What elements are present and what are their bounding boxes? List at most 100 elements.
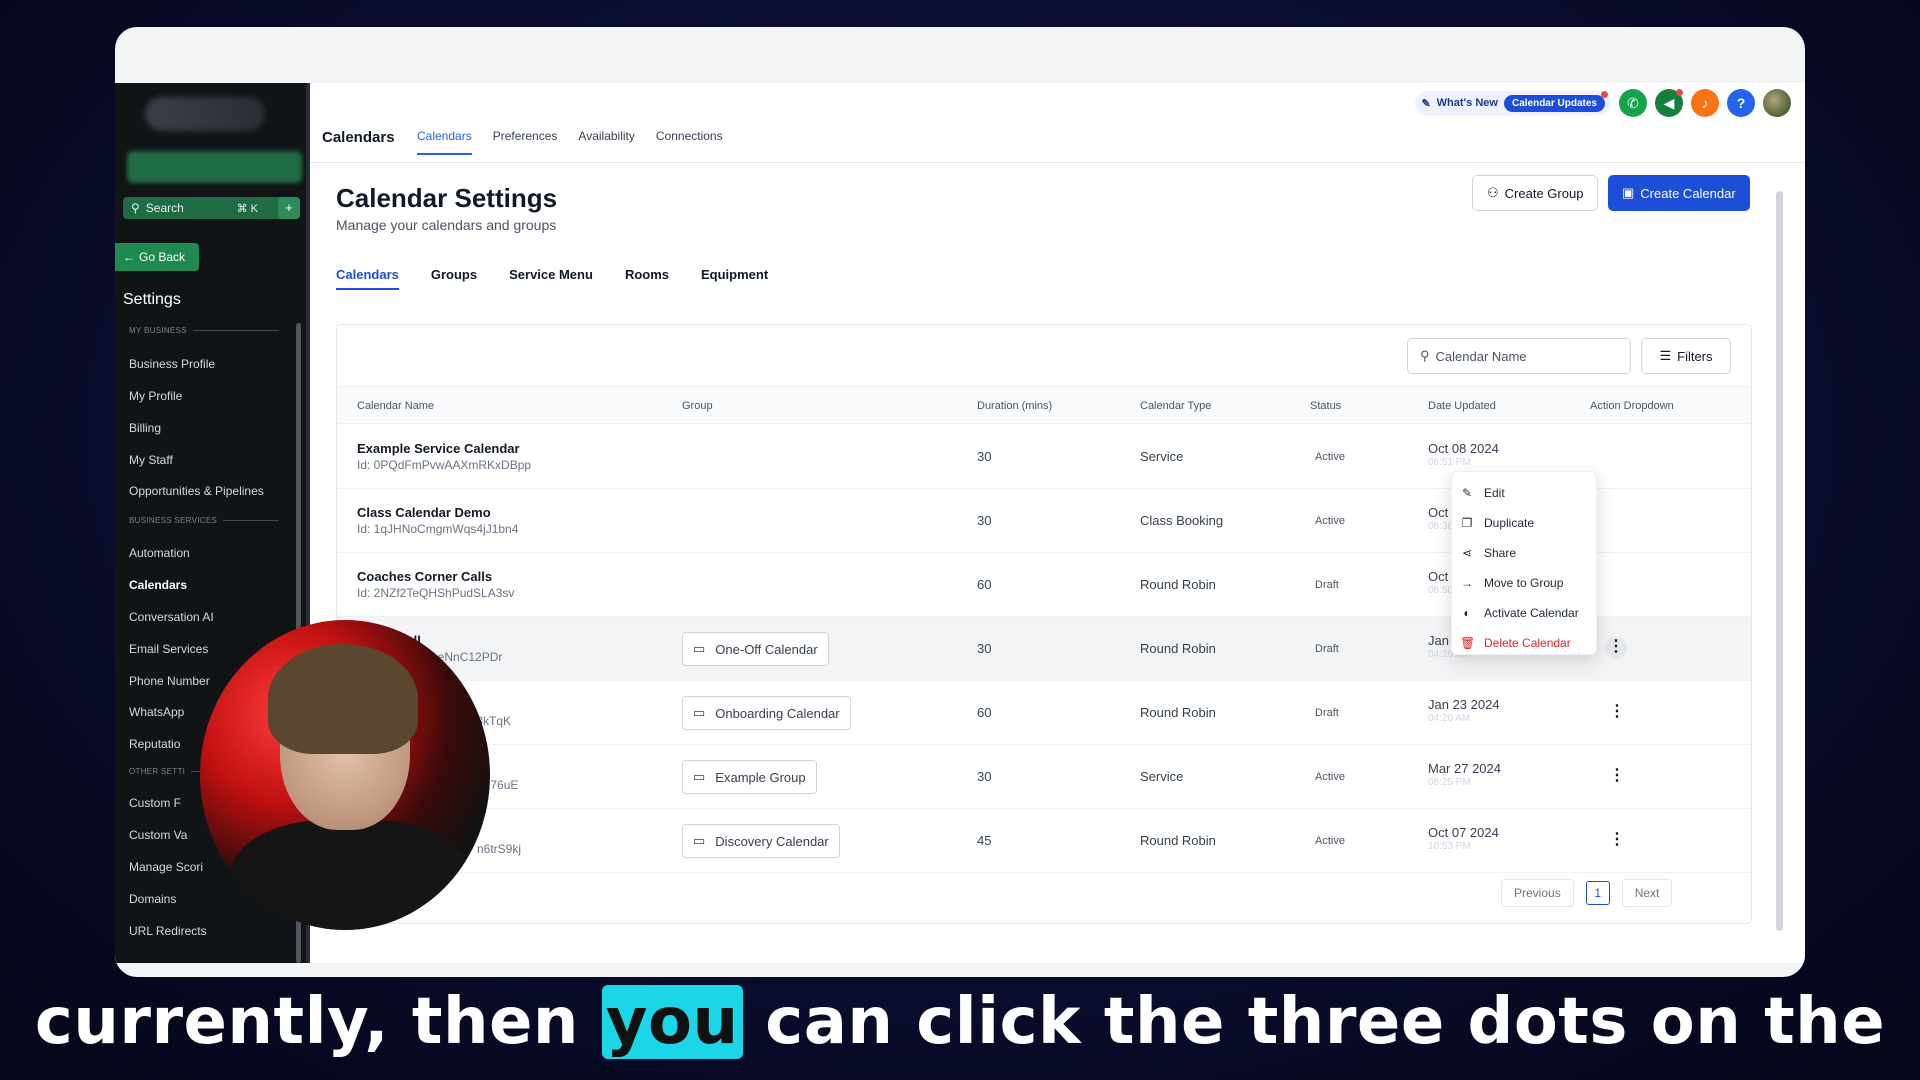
date-updated: Oct 07 2024	[1428, 825, 1499, 840]
duration: 60	[977, 705, 992, 720]
calendar-updates-label: Calendar Updates	[1511, 97, 1597, 109]
group-tag[interactable]: ▭ Onboarding Calendar	[682, 696, 851, 730]
account-switcher[interactable]	[127, 151, 302, 183]
sidebar-item-opportunities[interactable]: Opportunities & Pipelines	[129, 484, 264, 498]
sidebar-item-url-redirects[interactable]: URL Redirects	[129, 924, 207, 938]
col-group[interactable]: Group	[682, 400, 713, 412]
calendar-updates-badge[interactable]: Calendar Updates	[1503, 90, 1608, 112]
go-back-button[interactable]: ← Go Back	[115, 243, 199, 271]
folder-icon: ▭	[693, 833, 706, 848]
table-row[interactable]: ln3kTqK ▭ Onboarding Calendar 60 Round R…	[337, 681, 1751, 745]
col-status[interactable]: Status	[1310, 400, 1341, 412]
sidebar-item-my-staff[interactable]: My Staff	[129, 453, 173, 467]
subtab-equipment[interactable]: Equipment	[701, 267, 768, 290]
webcam-overlay	[200, 620, 490, 930]
phone-icon[interactable]: ✆	[1619, 89, 1647, 117]
group-tag[interactable]: ▭ Example Group	[682, 760, 817, 794]
filters-button[interactable]: ☰ Filters	[1641, 338, 1731, 374]
time-updated: 04:20 AM	[1428, 713, 1471, 724]
sidebar-item-reputation[interactable]: Reputatio	[129, 737, 180, 751]
menu-item-label: Share	[1484, 546, 1517, 560]
bell-icon[interactable]: ♪	[1691, 89, 1719, 117]
pagination: Previous 1 Next	[1501, 879, 1673, 907]
sidebar-item-my-profile[interactable]: My Profile	[129, 389, 182, 403]
main-scrollbar[interactable]	[1776, 191, 1783, 931]
more-options-icon[interactable]: ⋮	[1605, 637, 1627, 659]
calendar-search-input[interactable]: ⚲ Calendar Name	[1407, 338, 1631, 374]
tab-calendars[interactable]: Calendars	[417, 129, 472, 155]
section-business-services: BUSINESS SERVICES	[129, 516, 279, 525]
arrow-left-icon: ←	[123, 250, 135, 264]
previous-page-button[interactable]: Previous	[1501, 879, 1574, 907]
calendar-id: n6trS9kj	[477, 842, 522, 856]
arrow-right-icon: →	[1461, 576, 1473, 590]
calendar-name[interactable]: Example Service Calendar	[357, 441, 520, 456]
next-page-button[interactable]: Next	[1621, 879, 1673, 907]
time-updated: 06:51 PM	[1428, 457, 1471, 468]
sidebar-item-email-services[interactable]: Email Services	[129, 642, 208, 656]
filters-label: Filters	[1677, 348, 1713, 364]
page-subtitle: Manage your calendars and groups	[336, 217, 557, 233]
more-options-icon[interactable]: ⋮	[1609, 704, 1625, 720]
create-calendar-button[interactable]: ▣ Create Calendar	[1608, 175, 1750, 211]
menu-item-activate-calendar[interactable]: ◐ Activate Calendar	[1452, 598, 1596, 628]
sidebar-item-custom-values[interactable]: Custom Va	[129, 828, 187, 842]
page-number-button[interactable]: 1	[1585, 881, 1610, 905]
col-calendar-type[interactable]: Calendar Type	[1140, 400, 1211, 412]
announcement-icon[interactable]: ◀	[1655, 89, 1683, 117]
filter-icon: ☰	[1659, 348, 1672, 363]
menu-item-delete-calendar[interactable]: 🗑 Delete Calendar	[1452, 628, 1596, 658]
col-duration[interactable]: Duration (mins)	[977, 400, 1052, 412]
sidebar-item-manage-scoring[interactable]: Manage Scori	[129, 860, 203, 874]
col-date-updated[interactable]: Date Updated	[1428, 400, 1496, 412]
sidebar-item-custom-fields[interactable]: Custom F	[129, 796, 181, 810]
avatar[interactable]	[1763, 89, 1791, 117]
sidebar-item-whatsapp[interactable]: WhatsApp	[129, 705, 184, 719]
sidebar-item-business-profile[interactable]: Business Profile	[129, 357, 215, 371]
col-calendar-name[interactable]: Calendar Name	[357, 400, 434, 412]
calendar-type: Service	[1140, 769, 1184, 784]
create-group-button[interactable]: ⚇ Create Group	[1472, 175, 1599, 211]
subtab-groups[interactable]: Groups	[431, 267, 477, 290]
sidebar-item-billing[interactable]: Billing	[129, 421, 161, 435]
tab-availability[interactable]: Availability	[578, 129, 634, 155]
menu-item-edit[interactable]: ✎ Edit	[1452, 478, 1596, 508]
whats-new-button[interactable]: ✎ What's New Calendar Updates	[1415, 90, 1611, 116]
sidebar-item-conversation-ai[interactable]: Conversation AI	[129, 610, 214, 624]
calendar-name[interactable]: Coaches Corner Calls	[357, 569, 492, 584]
table-row[interactable]: g N276uE ▭ Example Group 30 Service Acti…	[337, 745, 1751, 809]
help-icon[interactable]: ?	[1727, 89, 1755, 117]
group-tag[interactable]: ▭ Discovery Calendar	[682, 824, 840, 858]
sidebar-search[interactable]: ⚲ Search ⌘ K	[123, 197, 288, 219]
sidebar-item-automation[interactable]: Automation	[129, 546, 190, 560]
notification-dot	[1601, 90, 1608, 98]
calendar-name[interactable]: Class Calendar Demo	[357, 505, 491, 520]
group-tag[interactable]: ▭ One-Off Calendar	[682, 632, 829, 666]
whats-new-label: What's New	[1436, 97, 1498, 109]
menu-item-label: Activate Calendar	[1484, 606, 1579, 620]
tab-connections[interactable]: Connections	[656, 129, 723, 155]
table-row[interactable]: n6trS9kj ▭ Discovery Calendar 45 Round R…	[337, 809, 1751, 873]
quick-add-button[interactable]: +	[278, 197, 300, 219]
menu-item-label: Delete Calendar	[1484, 636, 1571, 650]
search-shortcut: ⌘ K	[236, 202, 258, 215]
menu-item-duplicate[interactable]: ❐ Duplicate	[1452, 508, 1596, 538]
menu-item-move-to-group[interactable]: → Move to Group	[1452, 568, 1596, 598]
date-updated: Oct 08 2024	[1428, 441, 1499, 456]
subtab-service-menu[interactable]: Service Menu	[509, 267, 593, 290]
more-options-icon[interactable]: ⋮	[1609, 768, 1625, 784]
subtab-rooms[interactable]: Rooms	[625, 267, 669, 290]
sidebar-item-phone-number[interactable]: Phone Number	[129, 674, 210, 688]
calendar-type: Service	[1140, 449, 1184, 464]
status-badge: Draft	[1315, 643, 1339, 655]
calendar-id: Id: 1qJHNoCmgmWqs4jJ1bn4	[357, 522, 519, 536]
sidebar-item-domains[interactable]: Domains	[129, 892, 176, 906]
sidebar-item-calendars[interactable]: Calendars	[129, 578, 187, 592]
menu-item-share[interactable]: ⋖ Share	[1452, 538, 1596, 568]
folder-icon: ▭	[693, 769, 706, 784]
more-options-icon[interactable]: ⋮	[1609, 832, 1625, 848]
subtab-calendars[interactable]: Calendars	[336, 267, 399, 290]
col-action-dropdown: Action Dropdown	[1590, 400, 1674, 412]
menu-item-label: Duplicate	[1484, 516, 1535, 530]
tab-preferences[interactable]: Preferences	[493, 129, 558, 155]
